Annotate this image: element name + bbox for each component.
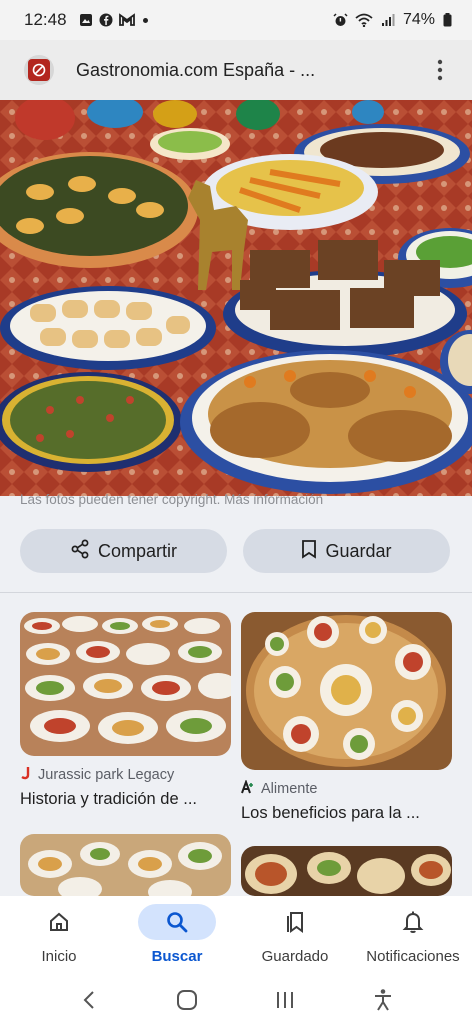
- related-card[interactable]: Jurassic park Legacy Historia y tradició…: [20, 612, 231, 809]
- nav-item-guardado[interactable]: Guardado: [236, 896, 354, 976]
- site-favicon: [24, 55, 54, 85]
- jurassic-logo-icon: [20, 766, 32, 784]
- alarm-icon: [333, 13, 348, 27]
- gmail-icon: [118, 13, 135, 27]
- save-button[interactable]: Guardar: [243, 529, 450, 573]
- nav-label: Guardado: [261, 948, 329, 965]
- facebook-icon: [99, 13, 113, 27]
- status-bar: 12:48 74%: [0, 0, 472, 40]
- share-label: Compartir: [97, 540, 177, 561]
- page-header: Gastronomia.com España - ...: [0, 40, 472, 100]
- result-details: Las fotos pueden tener copyright. Más in…: [0, 492, 472, 896]
- divider: [0, 592, 472, 593]
- accessibility-icon[interactable]: [363, 982, 403, 1018]
- related-image[interactable]: [241, 846, 452, 896]
- signal-icon: [381, 13, 395, 27]
- home-button-icon[interactable]: [167, 982, 207, 1018]
- card-title[interactable]: Historia y tradición de ...: [20, 790, 231, 809]
- share-icon: [70, 539, 90, 564]
- bottom-nav: Inicio Buscar Guardado Notificaciones: [0, 896, 472, 976]
- battery-icon: [443, 13, 452, 27]
- home-icon: [20, 904, 98, 940]
- search-icon: [138, 904, 216, 940]
- more-vert-icon[interactable]: [426, 52, 454, 88]
- recents-icon[interactable]: [265, 982, 305, 1018]
- nav-item-buscar[interactable]: Buscar: [118, 896, 236, 976]
- copyright-notice[interactable]: Las fotos pueden tener copyright. Más in…: [20, 492, 323, 507]
- nav-item-notificaciones[interactable]: Notificaciones: [354, 896, 472, 976]
- card-source: Jurassic park Legacy: [38, 767, 175, 783]
- back-icon[interactable]: [69, 982, 109, 1018]
- wifi-icon: [355, 13, 373, 28]
- battery-level: 74%: [402, 11, 435, 28]
- related-card[interactable]: Alimente Los beneficios para la ...: [241, 612, 452, 823]
- alimente-logo-icon: [241, 779, 255, 798]
- save-label: Guardar: [325, 540, 392, 561]
- related-image[interactable]: [20, 612, 231, 756]
- related-image[interactable]: [20, 834, 231, 896]
- nav-item-inicio[interactable]: Inicio: [0, 896, 118, 976]
- system-nav: [0, 976, 472, 1024]
- nav-label: Notificaciones: [366, 948, 460, 965]
- nav-label: Buscar: [151, 948, 203, 965]
- card-source: Alimente: [261, 781, 318, 797]
- page-title[interactable]: Gastronomia.com España - ...: [76, 60, 426, 81]
- gallery-icon: [79, 13, 93, 27]
- bell-icon: [374, 904, 452, 940]
- card-title[interactable]: Los beneficios para la ...: [241, 804, 452, 823]
- nav-label: Inicio: [41, 948, 77, 965]
- share-button[interactable]: Compartir: [20, 529, 227, 573]
- saved-icon: [256, 904, 334, 940]
- dot-icon: [142, 17, 148, 23]
- food-image[interactable]: [0, 100, 472, 496]
- status-time: 12:48: [24, 10, 67, 29]
- related-image[interactable]: [241, 612, 452, 770]
- bookmark-icon: [301, 539, 317, 564]
